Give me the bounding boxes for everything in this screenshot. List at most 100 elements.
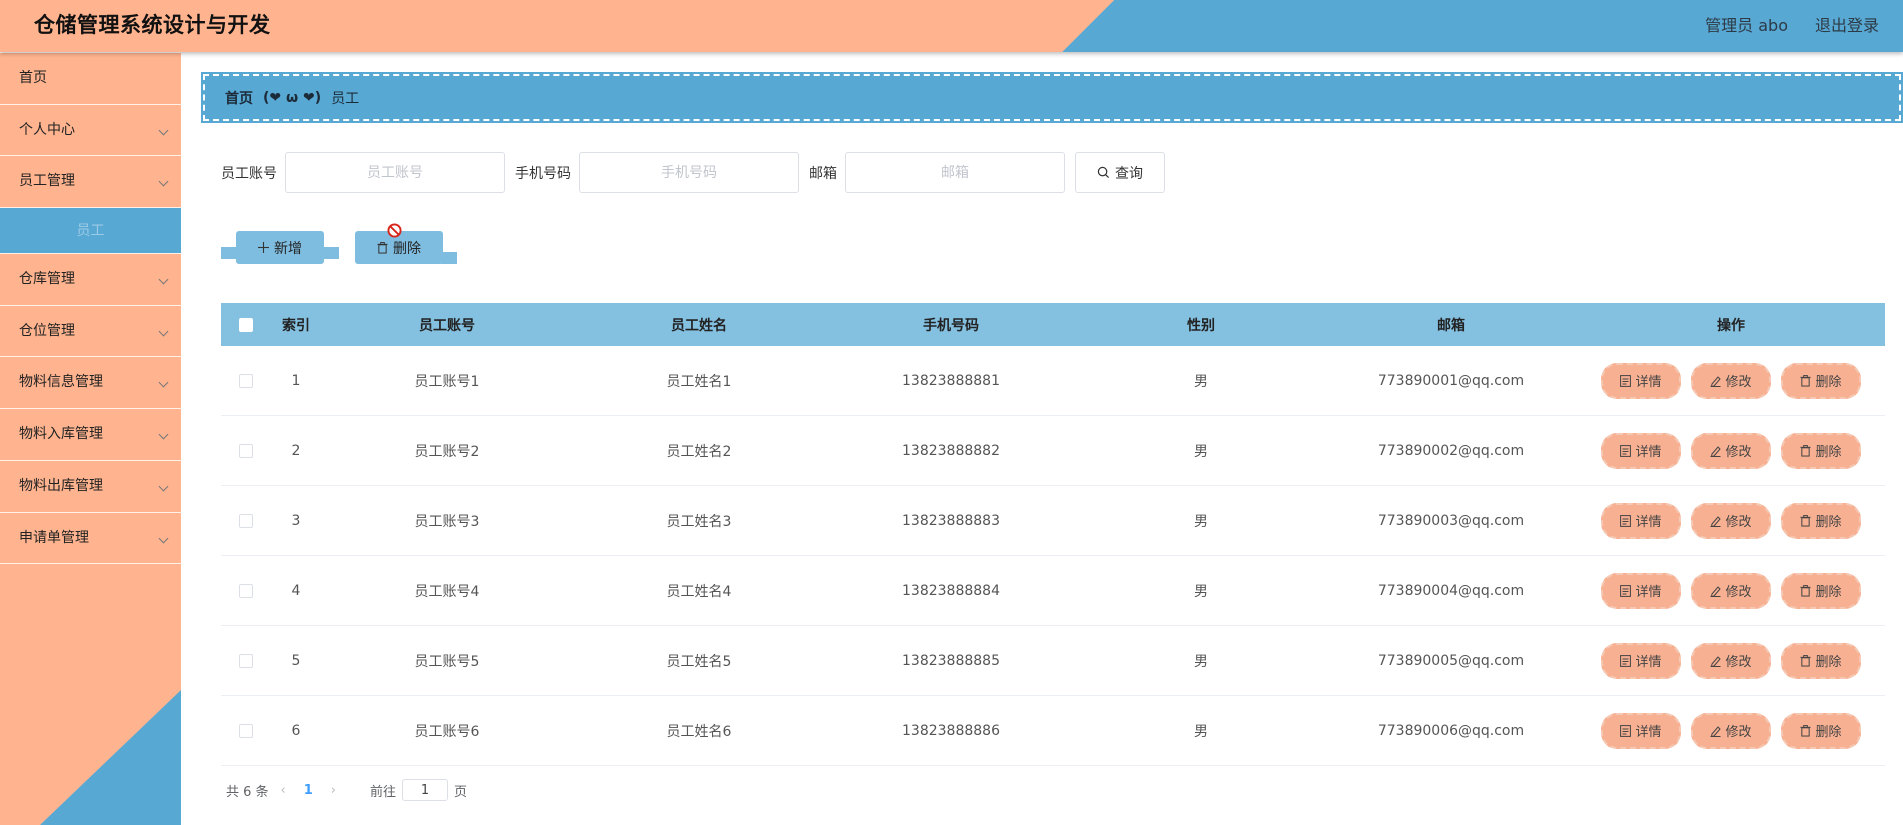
sidebar-item-label: 员工 <box>76 223 105 240</box>
edit-icon <box>1710 515 1722 527</box>
sidebar-item-label: 物料信息管理 <box>19 374 103 391</box>
cell-email: 773890002@qq.com <box>1377 442 1525 459</box>
document-icon <box>1620 374 1632 387</box>
sidebar-item-application-management[interactable]: 申请单管理 <box>0 513 181 565</box>
query-button[interactable]: 查询 <box>1075 152 1165 193</box>
chevron-down-icon <box>158 125 169 136</box>
sidebar-corner-decoration <box>40 690 181 825</box>
query-button-label: 查询 <box>1115 165 1143 182</box>
row-checkbox[interactable] <box>239 513 253 528</box>
sidebar-item-material-info[interactable]: 物料信息管理 <box>0 357 181 410</box>
row-delete-button[interactable]: 删除 <box>1781 712 1861 749</box>
edit-button[interactable]: 修改 <box>1691 502 1771 539</box>
cell-name: 员工姓名5 <box>666 653 732 670</box>
detail-button[interactable]: 详情 <box>1601 362 1681 399</box>
sidebar-item-label: 员工管理 <box>19 173 75 190</box>
edit-button-label: 修改 <box>1725 655 1752 670</box>
sidebar-item-label: 物料入库管理 <box>19 426 103 443</box>
sidebar-item-employee-management[interactable]: 员工管理 <box>0 156 181 209</box>
document-icon <box>1620 724 1632 737</box>
row-delete-button[interactable]: 删除 <box>1781 572 1861 609</box>
row-checkbox[interactable] <box>239 653 253 668</box>
row-delete-button[interactable]: 删除 <box>1781 642 1861 679</box>
chevron-down-icon <box>158 377 169 388</box>
edit-button-label: 修改 <box>1725 375 1752 390</box>
header-name: 员工姓名 <box>671 317 727 334</box>
sidebar-item-warehouse-management[interactable]: 仓库管理 <box>0 254 181 306</box>
goto-page-input[interactable] <box>402 779 449 801</box>
header-account: 员工账号 <box>419 317 475 334</box>
edit-button-label: 修改 <box>1725 585 1752 600</box>
table-body: 1 员工账号1 员工姓名1 13823888881 男 773890001@qq.com 详… <box>221 346 1885 766</box>
prev-page-icon[interactable]: ‹ <box>281 783 286 798</box>
row-checkbox[interactable] <box>239 723 253 738</box>
sidebar-item-home[interactable]: 首页 <box>0 53 181 105</box>
cell-name: 员工姓名4 <box>666 583 732 600</box>
cell-gender: 男 <box>1194 583 1208 600</box>
email-input[interactable] <box>845 152 1065 193</box>
page-suffix: 页 <box>454 784 468 800</box>
detail-button[interactable]: 详情 <box>1601 502 1681 539</box>
search-icon <box>1097 166 1110 179</box>
cell-ops: 详情 修改 删除 <box>1577 642 1885 679</box>
phone-input[interactable] <box>579 152 799 193</box>
row-checkbox-cell <box>221 723 271 738</box>
add-button[interactable]: 新增 <box>236 231 324 264</box>
sidebar-item-material-inbound[interactable]: 物料入库管理 <box>0 409 181 461</box>
edit-button-label: 修改 <box>1725 515 1752 530</box>
table-row: 4 员工账号4 员工姓名4 13823888884 男 773890004@qq.com 详… <box>221 556 1885 626</box>
cell-index: 1 <box>291 372 301 389</box>
delete-button-flag-right <box>441 252 457 264</box>
edit-button[interactable]: 修改 <box>1691 642 1771 679</box>
trash-icon <box>1800 584 1812 597</box>
row-checkbox[interactable] <box>239 373 253 388</box>
edit-button[interactable]: 修改 <box>1691 712 1771 749</box>
cell-index: 3 <box>291 512 301 529</box>
edit-button[interactable]: 修改 <box>1691 432 1771 469</box>
detail-button[interactable]: 详情 <box>1601 432 1681 469</box>
table-row: 3 员工账号3 员工姓名3 13823888883 男 773890003@qq.com 详… <box>221 486 1885 556</box>
select-all-checkbox[interactable] <box>239 317 253 332</box>
document-icon <box>1620 654 1632 667</box>
row-delete-button[interactable]: 删除 <box>1781 502 1861 539</box>
edit-button[interactable]: 修改 <box>1691 362 1771 399</box>
cell-index: 2 <box>291 442 301 459</box>
header-gender: 性别 <box>1187 317 1215 334</box>
breadcrumb-home[interactable]: 首页 <box>225 88 253 108</box>
account-input[interactable] <box>285 152 505 193</box>
row-delete-button[interactable]: 删除 <box>1781 432 1861 469</box>
detail-button[interactable]: 详情 <box>1601 712 1681 749</box>
detail-button-label: 详情 <box>1635 585 1662 600</box>
chevron-down-icon <box>158 326 169 337</box>
cell-phone: 13823888881 <box>902 372 1000 389</box>
cell-name: 员工姓名2 <box>666 443 732 460</box>
row-checkbox[interactable] <box>239 443 253 458</box>
trash-icon <box>377 241 388 254</box>
row-checkbox[interactable] <box>239 583 253 598</box>
cell-gender: 男 <box>1194 443 1208 460</box>
row-checkbox-cell <box>221 583 271 598</box>
chevron-down-icon <box>158 429 169 440</box>
edit-button[interactable]: 修改 <box>1691 572 1771 609</box>
logout-link[interactable]: 退出登录 <box>1815 12 1879 36</box>
cell-index: 6 <box>291 722 301 739</box>
row-delete-button-label: 删除 <box>1815 445 1842 460</box>
next-page-icon[interactable]: › <box>331 783 336 798</box>
cell-account: 员工账号4 <box>414 583 480 600</box>
sidebar-item-location-management[interactable]: 仓位管理 <box>0 306 181 358</box>
table-row: 1 员工账号1 员工姓名1 13823888881 男 773890001@qq.com 详… <box>221 346 1885 416</box>
header-index: 索引 <box>282 317 310 334</box>
row-checkbox-cell <box>221 653 271 668</box>
detail-button[interactable]: 详情 <box>1601 642 1681 679</box>
detail-button-label: 详情 <box>1635 375 1662 390</box>
detail-button[interactable]: 详情 <box>1601 572 1681 609</box>
row-delete-button[interactable]: 删除 <box>1781 362 1861 399</box>
sidebar-subitem-employee[interactable]: 员工 <box>0 208 181 255</box>
trash-icon <box>1800 374 1812 387</box>
page-number-current[interactable]: 1 <box>304 783 313 798</box>
sidebar-item-label: 仓库管理 <box>19 271 75 288</box>
row-delete-button-label: 删除 <box>1815 655 1842 670</box>
sidebar-item-personal-center[interactable]: 个人中心 <box>0 105 181 157</box>
table-row: 5 员工账号5 员工姓名5 13823888885 男 773890005@qq.com 详… <box>221 626 1885 696</box>
sidebar-item-material-outbound[interactable]: 物料出库管理 <box>0 461 181 513</box>
